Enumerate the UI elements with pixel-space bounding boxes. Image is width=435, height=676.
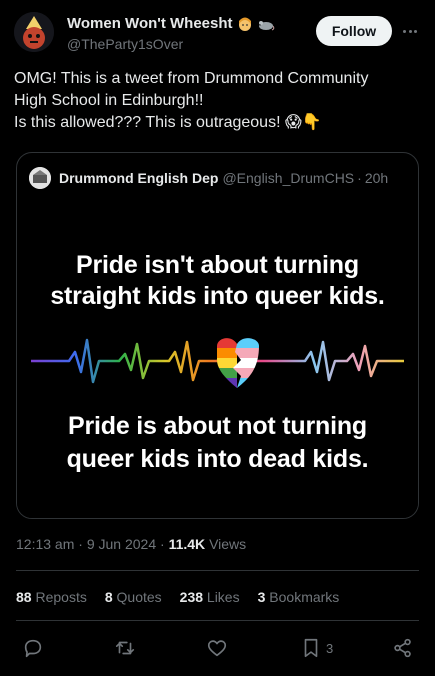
views-label: Views — [209, 536, 247, 552]
author-display-name[interactable]: Women Won't Wheesht — [67, 15, 233, 32]
views-count: 11.4K — [168, 536, 206, 552]
divider — [16, 570, 419, 571]
image-text-line: Pride is about not turning — [68, 412, 367, 440]
quoted-display-name[interactable]: Drummond English Dep — [59, 170, 218, 186]
tweet-meta: 12:13 am · 9 Jun 2024 · 11.4K Views — [16, 536, 246, 552]
woman-emoji-icon — [237, 16, 253, 32]
more-options-icon[interactable] — [400, 22, 420, 40]
quoted-tweet[interactable]: Drummond English Dep @English_DrumCHS · … — [16, 152, 419, 519]
image-text-line: queer kids into dead kids. — [66, 445, 369, 473]
bookmark-icon — [304, 638, 318, 658]
quoted-avatar[interactable] — [29, 167, 51, 189]
share-button[interactable] — [392, 636, 414, 660]
stat-likes[interactable]: 238 Likes — [180, 589, 240, 605]
meta-separator: · — [78, 536, 83, 552]
author-avatar[interactable] — [14, 12, 54, 52]
stat-quotes[interactable]: 8 Quotes — [105, 589, 162, 605]
tweet-text-line: OMG! This is a tweet from Drummond Commu… — [14, 70, 369, 87]
tweet-actions: 3 — [16, 636, 419, 662]
tweet-time[interactable]: 12:13 am — [16, 536, 74, 552]
tweet-text-line: High School in Edinburgh!! — [14, 92, 204, 109]
tweet-header: Women Won't Wheesht @TheParty1sOver Foll… — [14, 12, 424, 58]
image-text-line: straight kids into queer kids. — [50, 282, 385, 310]
reply-button[interactable] — [22, 636, 44, 660]
author-handle[interactable]: @TheParty1sOver — [67, 36, 183, 52]
rat-emoji-icon — [257, 16, 274, 32]
like-button[interactable] — [206, 636, 228, 660]
retweet-button[interactable] — [114, 636, 136, 660]
bookmark-count: 3 — [326, 640, 334, 656]
stat-bookmarks[interactable]: 3 Bookmarks — [258, 589, 340, 605]
meta-separator: · — [160, 536, 165, 552]
reply-icon — [24, 639, 42, 658]
tweet-date[interactable]: 9 Jun 2024 — [87, 536, 156, 552]
image-text-line: Pride isn't about turning — [76, 251, 359, 279]
quoted-image[interactable]: Pride isn't about turning straight kids … — [17, 201, 418, 518]
stat-reposts[interactable]: 88 Reposts — [16, 589, 87, 605]
follow-button[interactable]: Follow — [316, 16, 392, 46]
heartbeat-heart-graphic — [31, 338, 404, 388]
share-icon — [394, 638, 411, 658]
tweet-stats: 88 Reposts 8 Quotes 238 Likes 3 Bookmark… — [16, 589, 357, 605]
quoted-separator: · — [357, 170, 362, 186]
tweet-text: OMG! This is a tweet from Drummond Commu… — [14, 68, 424, 134]
quoted-handle[interactable]: @English_DrumCHS — [222, 170, 354, 186]
tweet-text-line: Is this allowed??? This is outrageous! 😱… — [14, 114, 322, 131]
retweet-icon — [115, 641, 135, 655]
quoted-timestamp[interactable]: 20h — [365, 170, 388, 186]
divider — [16, 620, 419, 621]
bookmark-button[interactable]: 3 — [300, 636, 333, 660]
like-icon — [207, 640, 227, 657]
